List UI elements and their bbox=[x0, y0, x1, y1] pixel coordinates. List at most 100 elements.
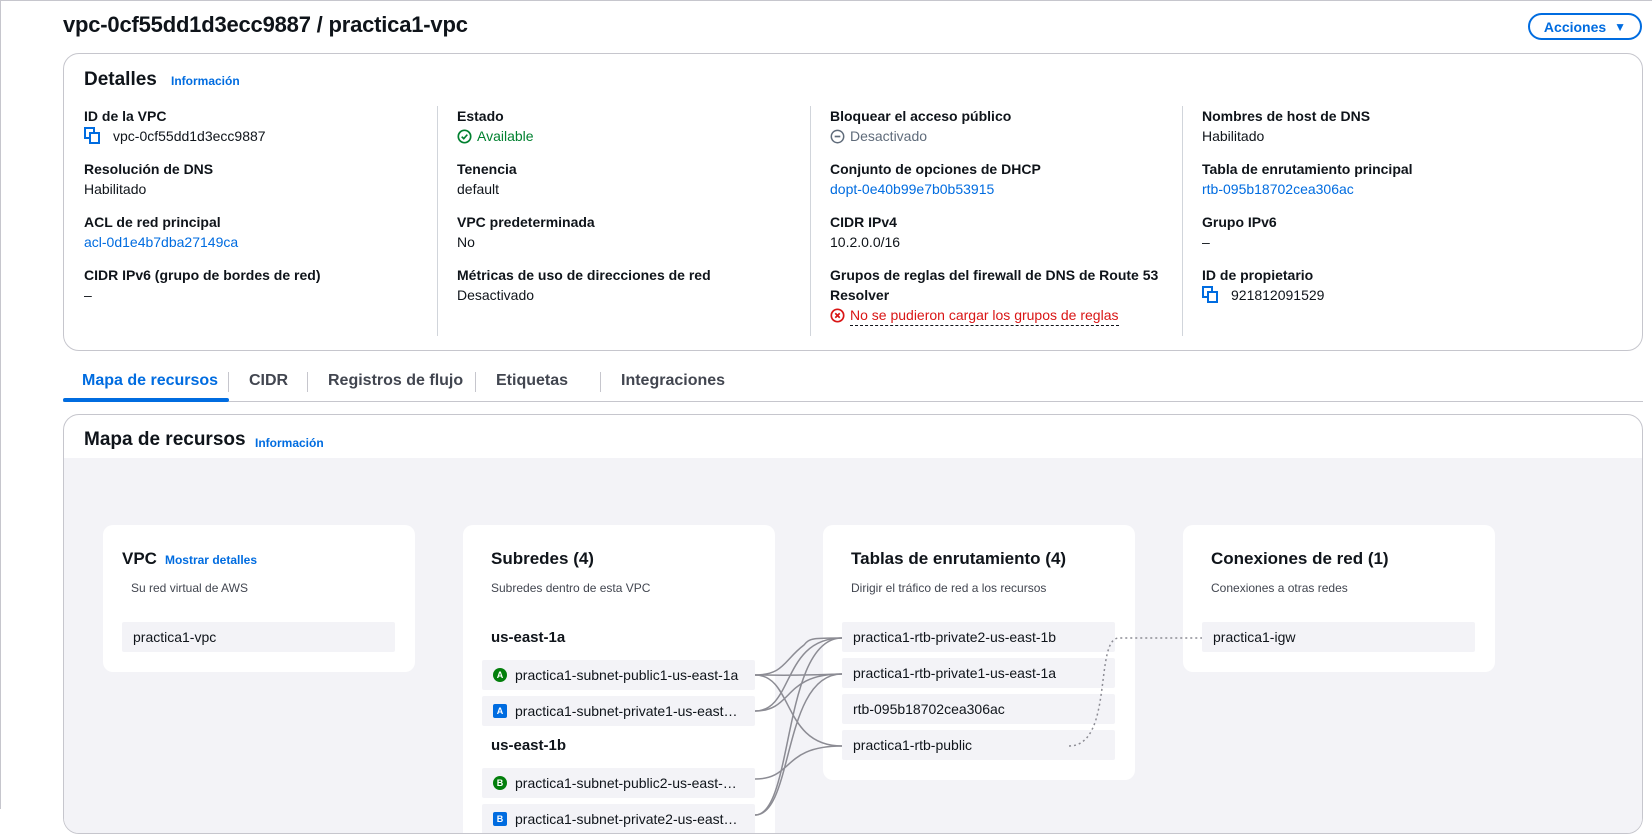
tab-bar: Mapa de recursos CIDR Registros de flujo… bbox=[63, 360, 1643, 402]
detail-field: Métricas de uso de direcciones de red Des… bbox=[457, 265, 817, 305]
detail-label: Métricas de uso de direcciones de red bbox=[457, 267, 711, 283]
gateway-connector bbox=[1068, 637, 1202, 747]
tab-flow-logs[interactable]: Registros de flujo bbox=[328, 360, 463, 402]
copy-icon[interactable] bbox=[84, 127, 102, 145]
detail-value-row: No bbox=[457, 232, 817, 252]
actions-button[interactable]: Acciones ▼ bbox=[1528, 13, 1642, 40]
detail-value-row: dopt-0e40b99e7b0b53915 bbox=[830, 179, 1160, 199]
detail-label: Grupos de reglas del firewall de DNS de … bbox=[830, 267, 1159, 303]
tab-cidr[interactable]: CIDR bbox=[249, 360, 288, 402]
detail-value: Desactivado bbox=[850, 128, 928, 144]
detail-value-row: vpc-0cf55dd1d3ecc9887 bbox=[84, 126, 444, 146]
page-title: vpc-0cf55dd1d3ecc9887 / practica1-vpc bbox=[63, 12, 468, 37]
connector-lines bbox=[754, 637, 1202, 816]
tab-integrations[interactable]: Integraciones bbox=[621, 360, 725, 402]
details-info-link[interactable]: Información bbox=[171, 74, 240, 88]
detail-value: vpc-0cf55dd1d3ecc9887 bbox=[113, 128, 266, 144]
tab-divider bbox=[475, 372, 476, 392]
detail-value-link[interactable]: acl-0d1e4b7dba27149ca bbox=[84, 232, 238, 252]
detail-field: VPC predeterminada No bbox=[457, 212, 817, 252]
detail-value: Desactivado bbox=[457, 287, 535, 303]
resource-map-title: Mapa de recursos bbox=[84, 429, 246, 450]
detail-value-row: Available bbox=[457, 126, 817, 146]
detail-field: Nombres de host de DNS Habilitado bbox=[1202, 106, 1562, 146]
column-divider bbox=[1182, 106, 1183, 336]
subnet-route-connectors bbox=[754, 637, 843, 816]
detail-value-row: acl-0d1e4b7dba27149ca bbox=[84, 232, 444, 252]
detail-value-row: – bbox=[1202, 232, 1562, 252]
detail-field: Bloquear el acceso público Desactivado bbox=[830, 106, 1160, 146]
detail-label: Tabla de enrutamiento principal bbox=[1202, 161, 1413, 177]
detail-value-row: default bbox=[457, 179, 817, 199]
tab-tags[interactable]: Etiquetas bbox=[496, 360, 568, 402]
detail-value: 921812091529 bbox=[1231, 287, 1325, 303]
detail-value-row: Habilitado bbox=[1202, 126, 1562, 146]
detail-field: ID de propietario 921812091529 bbox=[1202, 265, 1562, 305]
detail-value-row: Habilitado bbox=[84, 179, 444, 199]
detail-value-row: – bbox=[84, 285, 444, 305]
caret-down-icon: ▼ bbox=[1614, 19, 1627, 34]
detail-field: ID de la VPC vpc-0cf55dd1d3ecc9887 bbox=[84, 106, 444, 146]
tab-resource-map[interactable]: Mapa de recursos bbox=[82, 360, 218, 402]
detail-value: – bbox=[84, 287, 92, 303]
resource-map-panel: Mapa de recursos Información VPC Mostrar … bbox=[63, 414, 1643, 834]
detail-field: Tenencia default bbox=[457, 159, 817, 199]
detail-label: Conjunto de opciones de DHCP bbox=[830, 161, 1041, 177]
connector-line bbox=[754, 637, 843, 676]
detail-value: – bbox=[1202, 234, 1210, 250]
detail-field: Grupos de reglas del firewall de DNS de … bbox=[830, 265, 1160, 326]
column-divider bbox=[810, 106, 811, 336]
detail-field: CIDR IPv6 (grupo de bordes de red) – bbox=[84, 265, 444, 305]
detail-field: ACL de red principal acl-0d1e4b7dba27149c… bbox=[84, 212, 444, 252]
column-divider bbox=[437, 106, 438, 336]
detail-value-row: Desactivado bbox=[457, 285, 817, 305]
tab-divider bbox=[600, 372, 601, 392]
detail-label: Nombres de host de DNS bbox=[1202, 108, 1371, 124]
connector-line bbox=[754, 745, 843, 780]
detail-value-link[interactable]: dopt-0e40b99e7b0b53915 bbox=[830, 179, 994, 199]
detail-value-link[interactable]: rtb-095b18702cea306ac bbox=[1202, 179, 1354, 199]
detail-value: Habilitado bbox=[84, 181, 147, 197]
details-panel: Detalles Información ID de la VPC vpc-0cf… bbox=[63, 53, 1643, 351]
active-tab-indicator bbox=[63, 398, 229, 402]
details-title: Detalles bbox=[84, 69, 157, 90]
detail-value-row: Desactivado bbox=[830, 126, 1160, 146]
detail-value: default bbox=[457, 181, 500, 197]
detail-value: No bbox=[457, 234, 475, 250]
detail-value-row: rtb-095b18702cea306ac bbox=[1202, 179, 1562, 199]
detail-label: Bloquear el acceso público bbox=[830, 108, 1012, 124]
minus-circle-icon bbox=[830, 129, 845, 143]
detail-value-row: 921812091529 bbox=[1202, 285, 1562, 305]
left-border bbox=[0, 0, 1, 809]
actions-label: Acciones bbox=[1543, 18, 1607, 35]
detail-field: Grupo IPv6 – bbox=[1202, 212, 1562, 252]
resource-map-canvas: VPC Mostrar detalles Su red virtual de AW… bbox=[64, 458, 1642, 833]
detail-value[interactable]: No se pudieron cargar los grupos de regl… bbox=[850, 305, 1119, 326]
detail-label: CIDR IPv4 bbox=[830, 214, 897, 230]
detail-label: Grupo IPv6 bbox=[1202, 214, 1277, 230]
tab-divider bbox=[228, 372, 229, 392]
detail-value-row: 10.2.0.0/16 bbox=[830, 232, 1160, 252]
copy-icon[interactable] bbox=[1202, 286, 1220, 304]
connector-line bbox=[754, 637, 843, 816]
detail-field: Estado Available bbox=[457, 106, 817, 146]
detail-field: Conjunto de opciones de DHCP dopt-0e40b99… bbox=[830, 159, 1160, 199]
detail-value-row: No se pudieron cargar los grupos de regl… bbox=[830, 305, 1160, 326]
error-icon bbox=[830, 308, 845, 323]
detail-field: Tabla de enrutamiento principal rtb-095b1… bbox=[1202, 159, 1562, 199]
detail-label: Resolución de DNS bbox=[84, 161, 214, 177]
detail-label: Tenencia bbox=[457, 161, 517, 177]
resource-map-info-link[interactable]: Información bbox=[255, 436, 324, 450]
detail-label: Estado bbox=[457, 108, 504, 124]
detail-value: Habilitado bbox=[1202, 128, 1265, 144]
check-circle-icon bbox=[457, 128, 472, 144]
detail-value: Available bbox=[477, 128, 534, 144]
detail-label: VPC predeterminada bbox=[457, 214, 595, 230]
top-border bbox=[0, 0, 1652, 3]
detail-field: Resolución de DNS Habilitado bbox=[84, 159, 444, 199]
detail-label: ID de la VPC bbox=[84, 108, 167, 124]
tab-divider bbox=[307, 372, 308, 392]
detail-value: 10.2.0.0/16 bbox=[830, 234, 901, 250]
detail-field: CIDR IPv4 10.2.0.0/16 bbox=[830, 212, 1160, 252]
detail-label: ACL de red principal bbox=[84, 214, 221, 230]
